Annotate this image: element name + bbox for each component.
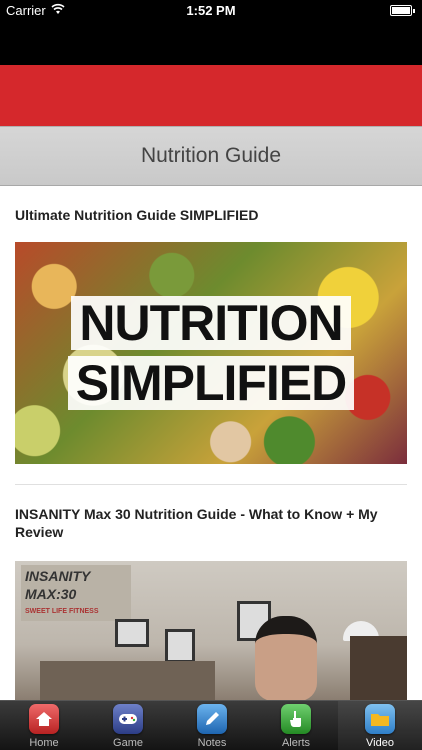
top-band (0, 22, 422, 65)
tab-video[interactable]: Video (338, 701, 422, 750)
folder-icon (365, 704, 395, 734)
thumbnail-logo-text: INSANITY MAX:30 (25, 568, 91, 602)
gamepad-icon (113, 704, 143, 734)
pen-icon (197, 704, 227, 734)
tab-label: Notes (197, 737, 227, 749)
video-item[interactable]: Ultimate Nutrition Guide SIMPLIFIED (15, 206, 407, 224)
thumbnail-logo: INSANITY MAX:30 SWEET LIFE FITNESS (21, 565, 131, 621)
page-title: Nutrition Guide (0, 126, 422, 186)
picture-frame (115, 619, 149, 647)
shelf (350, 636, 407, 700)
video-title[interactable]: Ultimate Nutrition Guide SIMPLIFIED (15, 206, 407, 224)
tab-label: Game (113, 737, 143, 749)
thumbnail-caption: SIMPLIFIED (67, 356, 355, 410)
clock: 1:52 PM (186, 3, 236, 18)
tab-game[interactable]: Game (86, 701, 170, 750)
video-thumbnail[interactable]: INSANITY MAX:30 SWEET LIFE FITNESS (15, 561, 407, 700)
video-title[interactable]: INSANITY Max 30 Nutrition Guide - What t… (15, 505, 407, 541)
battery-icon (390, 5, 415, 16)
video-feed[interactable]: Ultimate Nutrition Guide SIMPLIFIED NUTR… (0, 186, 422, 700)
tab-label: Alerts (281, 737, 311, 749)
red-banner (0, 65, 422, 126)
picture-frame (165, 629, 195, 663)
tab-bar: Home Game Notes Alerts Video (0, 700, 422, 750)
cabinet (40, 661, 215, 700)
video-thumbnail[interactable]: NUTRITION SIMPLIFIED (15, 242, 407, 464)
tab-alerts[interactable]: Alerts (254, 701, 338, 750)
person (255, 616, 317, 700)
home-icon (29, 704, 59, 734)
divider (15, 484, 407, 485)
tab-label: Video (366, 737, 394, 749)
thumbnail-caption: NUTRITION (71, 296, 351, 350)
video-item[interactable]: INSANITY Max 30 Nutrition Guide - What t… (15, 505, 407, 541)
status-bar: Carrier 1:52 PM (0, 0, 422, 22)
thumbnail-logo-sub: SWEET LIFE FITNESS (25, 608, 99, 615)
tab-notes[interactable]: Notes (170, 701, 254, 750)
tab-label: Home (29, 737, 59, 749)
hand-pointer-icon (281, 704, 311, 734)
tab-home[interactable]: Home (2, 701, 86, 750)
